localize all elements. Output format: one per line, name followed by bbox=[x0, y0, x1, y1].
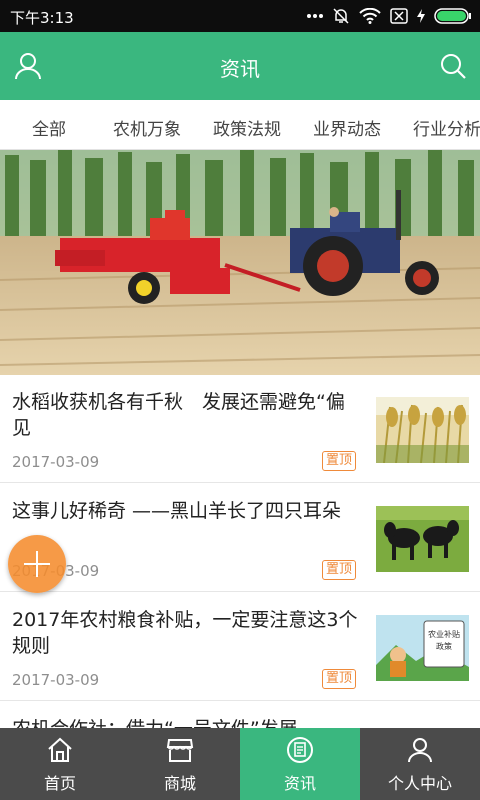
news-title: 这事儿好稀奇 ——黑山羊长了四只耳朵 bbox=[12, 500, 342, 522]
bottom-nav: 首页 商城 资讯 个人中心 bbox=[0, 728, 480, 800]
nav-profile-label: 个人中心 bbox=[387, 774, 452, 793]
news-thumbnail bbox=[376, 506, 469, 572]
news-thumbnail: 农业补贴 政策 bbox=[376, 615, 469, 681]
pinned-badge: 置顶 bbox=[322, 669, 357, 689]
news-title: 水稻收获机各有千秋 发展还需避免“偏见 bbox=[12, 391, 345, 439]
pinned-badge: 置顶 bbox=[322, 560, 357, 580]
status-bar: 下午3:13 bbox=[0, 0, 480, 32]
tab-industry-news[interactable]: 业界动态 bbox=[313, 115, 381, 140]
mute-bell-icon bbox=[333, 8, 349, 24]
status-time: 下午3:13 bbox=[10, 9, 74, 27]
news-title: 2017年农村粮食补贴，一定要注意这3个规则 bbox=[12, 609, 358, 657]
no-sim-icon bbox=[390, 8, 408, 24]
more-dots-icon bbox=[307, 14, 323, 18]
tractor-field-image bbox=[0, 150, 480, 375]
rice-field-image bbox=[376, 397, 469, 463]
nav-news-label: 资讯 bbox=[283, 774, 316, 793]
subsidy-poster-image: 农业补贴 政策 bbox=[376, 615, 469, 681]
charging-icon bbox=[417, 9, 425, 23]
shop-icon bbox=[166, 739, 194, 762]
wifi-icon bbox=[359, 8, 381, 24]
nav-shop[interactable]: 商城 bbox=[120, 728, 240, 800]
search-icon bbox=[441, 54, 466, 79]
tab-all[interactable]: 全部 bbox=[32, 115, 66, 140]
news-icon bbox=[287, 737, 313, 763]
plus-icon bbox=[24, 551, 50, 577]
news-date: 2017-03-09 bbox=[12, 453, 100, 471]
nav-home[interactable]: 首页 bbox=[0, 728, 120, 800]
tab-machinery[interactable]: 农机万象 bbox=[113, 115, 181, 140]
search-button[interactable] bbox=[438, 51, 468, 81]
tab-industry-analysis[interactable]: 行业分析 bbox=[413, 115, 480, 140]
add-fab-button[interactable] bbox=[8, 535, 66, 593]
page-title: 资讯 bbox=[220, 57, 260, 81]
status-icons bbox=[307, 6, 472, 26]
category-tabs: 全部 农机万象 政策法规 业界动态 行业分析 bbox=[0, 100, 480, 150]
news-date: 2017-03-09 bbox=[12, 671, 100, 689]
home-icon bbox=[48, 737, 72, 762]
pinned-badge: 置顶 bbox=[322, 451, 357, 471]
news-thumbnail bbox=[376, 397, 469, 463]
poster-text: 农业补贴 bbox=[428, 629, 460, 639]
banner-image[interactable] bbox=[0, 150, 480, 375]
news-item[interactable]: 水稻收获机各有千秋 发展还需避免“偏见 2017-03-09 置顶 bbox=[0, 375, 480, 483]
nav-profile[interactable]: 个人中心 bbox=[360, 728, 480, 800]
black-goats-image bbox=[376, 506, 469, 572]
poster-text: 政策 bbox=[436, 641, 452, 651]
battery-icon bbox=[434, 8, 471, 24]
nav-home-label: 首页 bbox=[43, 774, 76, 793]
nav-shop-label: 商城 bbox=[163, 774, 196, 793]
person-icon bbox=[408, 738, 432, 763]
nav-news[interactable]: 资讯 bbox=[240, 728, 360, 800]
news-item[interactable]: 这事儿好稀奇 ——黑山羊长了四只耳朵 2017-03-09 置顶 bbox=[0, 484, 480, 592]
app-bar: 资讯 bbox=[0, 32, 480, 100]
tab-policy[interactable]: 政策法规 bbox=[213, 115, 281, 140]
news-item[interactable]: 2017年农村粮食补贴，一定要注意这3个规则 2017-03-09 置顶 农业补… bbox=[0, 593, 480, 701]
